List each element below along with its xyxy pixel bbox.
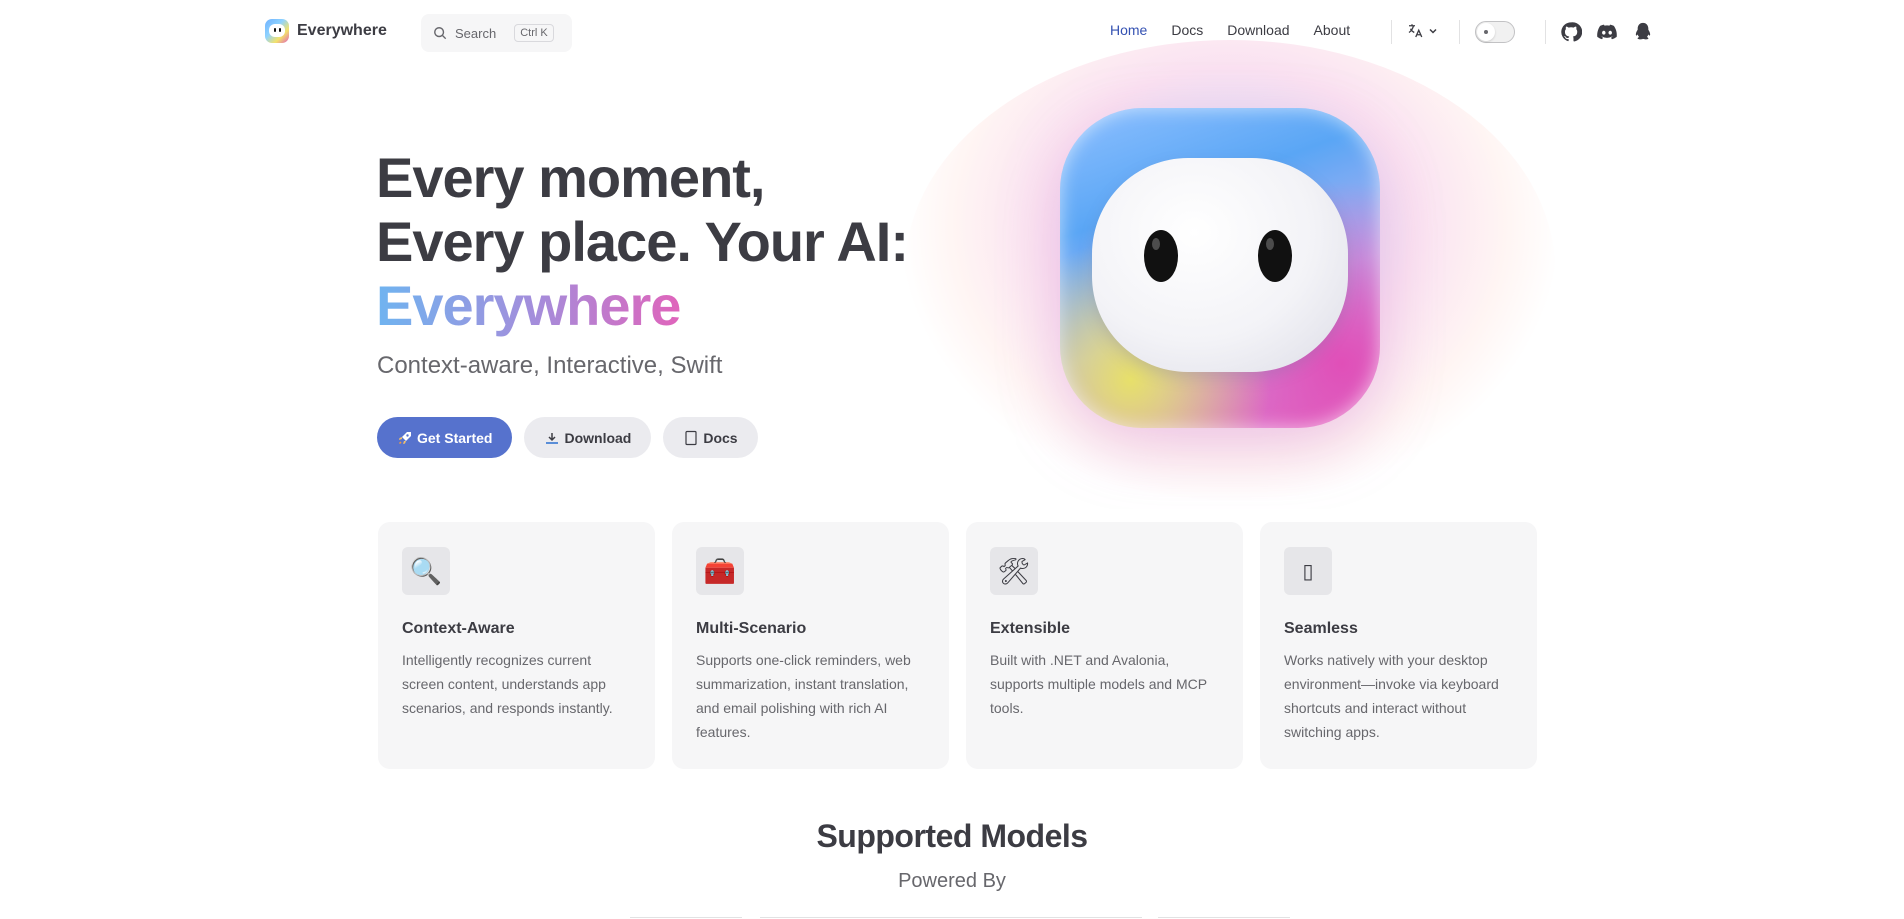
brand-link[interactable]: Everywhere xyxy=(265,19,387,43)
tools-icon: 🛠 xyxy=(990,547,1038,595)
feature-card: 🧰 Multi-Scenario Supports one-click remi… xyxy=(672,522,949,769)
nav-divider xyxy=(1545,20,1546,44)
feature-card: 🔍 Context-Aware Intelligently recognizes… xyxy=(378,522,655,769)
github-icon[interactable] xyxy=(1560,21,1582,43)
download-tray-icon xyxy=(546,432,559,444)
magnifier-icon: 🔍 xyxy=(402,547,450,595)
nav-link-about[interactable]: About xyxy=(1314,22,1351,38)
sun-icon xyxy=(1477,23,1495,41)
qq-icon[interactable] xyxy=(1632,21,1654,43)
feature-desc: Works natively with your desktop environ… xyxy=(1284,652,1499,740)
feature-title: Seamless xyxy=(1284,620,1358,637)
feature-title: Extensible xyxy=(990,620,1071,637)
nav-link-home[interactable]: Home xyxy=(1110,22,1147,38)
hero-actions: Get Started Download Docs xyxy=(377,417,758,458)
download-label: Download xyxy=(564,429,632,446)
search-shortcut: Ctrl K xyxy=(514,24,554,42)
mascot-eye-right xyxy=(1258,230,1292,282)
get-started-label: Get Started xyxy=(417,429,493,446)
discord-icon[interactable] xyxy=(1596,21,1618,43)
hero-heading: Every moment, Every place. Your AI: Ever… xyxy=(376,146,909,338)
top-nav: Everywhere Search Ctrl K Home Docs Downl… xyxy=(0,0,1904,64)
hero-tagline: Context-aware, Interactive, Swift xyxy=(377,352,723,379)
hero-line-2: Every place. Your AI: xyxy=(376,210,909,273)
hero-line-3: Everywhere xyxy=(376,274,908,338)
rocket-icon xyxy=(398,431,411,444)
feature-title: Multi-Scenario xyxy=(696,620,807,637)
search-icon xyxy=(434,27,447,40)
document-icon xyxy=(685,430,697,445)
toolbox-icon: 🧰 xyxy=(696,547,744,595)
models-heading: Supported Models xyxy=(816,818,1088,854)
feature-desc: Built with .NET and Avalonia, supports m… xyxy=(990,652,1207,716)
get-started-button[interactable]: Get Started xyxy=(377,417,513,458)
mascot-eye-left xyxy=(1144,230,1178,282)
feature-desc: Supports one-click reminders, web summar… xyxy=(696,652,911,740)
docs-label: Docs xyxy=(703,429,738,446)
chevron-down-icon xyxy=(1429,28,1437,34)
mascot-image xyxy=(1060,108,1380,428)
hero-line-1: Every moment, xyxy=(376,146,765,209)
language-menu[interactable] xyxy=(1406,22,1438,40)
search-button[interactable]: Search Ctrl K xyxy=(421,14,572,52)
search-label: Search xyxy=(455,25,497,41)
device-icon: ▯ xyxy=(1284,547,1332,595)
nav-links: Home Docs Download About xyxy=(1110,22,1374,38)
feature-card: 🛠 Extensible Built with .NET and Avaloni… xyxy=(966,522,1243,769)
docs-button[interactable]: Docs xyxy=(663,417,758,458)
theme-toggle[interactable] xyxy=(1475,21,1515,43)
nav-divider xyxy=(1391,20,1392,44)
feature-desc: Intelligently recognizes current screen … xyxy=(402,652,613,716)
mascot-face xyxy=(1092,158,1348,372)
nav-divider xyxy=(1459,20,1460,44)
logo-icon xyxy=(265,19,289,43)
feature-title: Context-Aware xyxy=(402,620,515,637)
nav-link-docs[interactable]: Docs xyxy=(1171,22,1203,38)
nav-link-download[interactable]: Download xyxy=(1227,22,1289,38)
translate-icon xyxy=(1408,24,1423,38)
features-grid: 🔍 Context-Aware Intelligently recognizes… xyxy=(378,522,1537,769)
download-button[interactable]: Download xyxy=(524,417,652,458)
brand-name: Everywhere xyxy=(297,22,387,39)
models-subheading: Powered By xyxy=(898,870,1006,892)
feature-card: ▯ Seamless Works natively with your desk… xyxy=(1260,522,1537,769)
